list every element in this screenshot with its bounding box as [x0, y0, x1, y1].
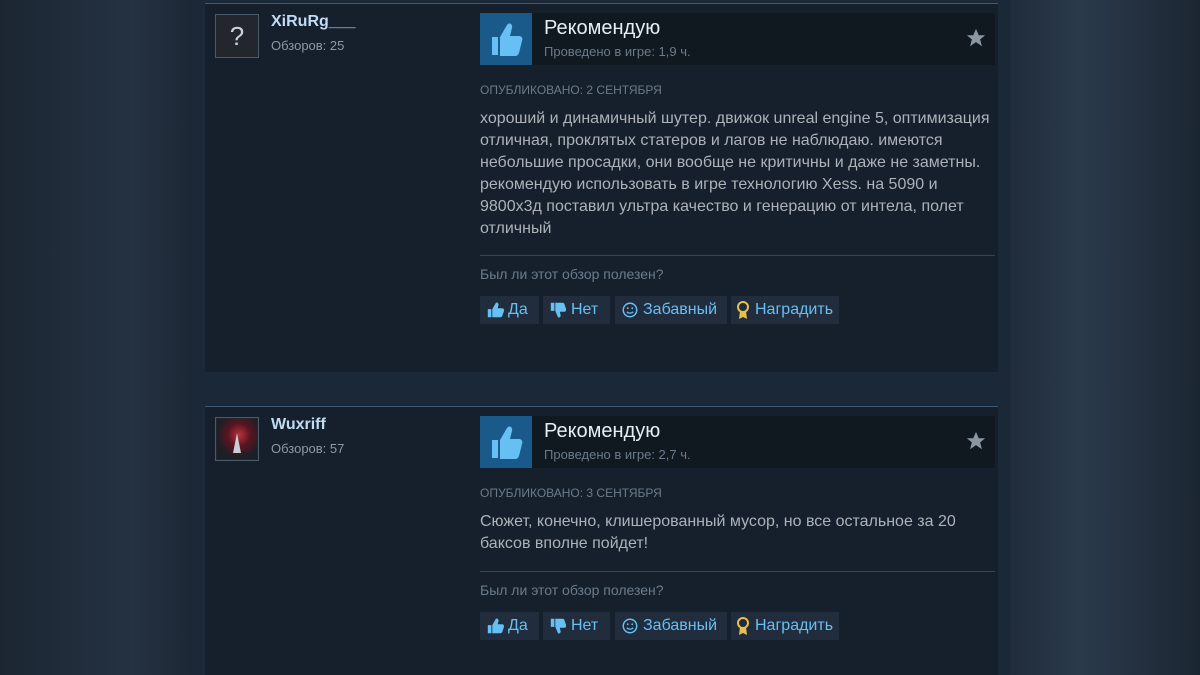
question-mark-icon: ?: [229, 20, 245, 51]
thumbs-down-icon: [550, 618, 567, 634]
reviews-count[interactable]: Обзоров: 57: [271, 441, 344, 456]
background-right: [1000, 0, 1200, 675]
posted-date: ОПУБЛИКОВАНО: 2 СЕНТЯБРЯ: [480, 83, 662, 97]
award-button[interactable]: Наградить: [731, 296, 839, 324]
thumbs-up-icon: [487, 302, 504, 318]
thumbs-down-icon: [550, 302, 567, 318]
vote-funny-label: Забавный: [643, 617, 718, 634]
divider: [480, 571, 995, 572]
vote-no-label: Нет: [571, 301, 599, 318]
vote-yes-button[interactable]: Да: [480, 296, 539, 324]
thumbs-up-icon: [480, 13, 532, 65]
vote-funny-button[interactable]: Забавный: [615, 296, 727, 324]
vote-funny-label: Забавный: [643, 301, 718, 318]
smiley-icon: [622, 618, 638, 634]
smiley-icon: [622, 302, 638, 318]
username[interactable]: Wuxriff: [271, 416, 326, 434]
divider: [480, 255, 995, 256]
character-avatar-image: [217, 419, 257, 459]
posted-date: ОПУБЛИКОВАНО: 3 СЕНТЯБРЯ: [480, 486, 662, 500]
award-icon: [737, 301, 749, 319]
star-icon[interactable]: [965, 27, 987, 49]
card-divider: [205, 406, 998, 407]
vote-no-label: Нет: [571, 617, 599, 634]
vote-yes-label: Да: [508, 617, 528, 634]
vote-yes-label: Да: [508, 301, 528, 318]
vote-funny-button[interactable]: Забавный: [615, 612, 727, 640]
star-icon[interactable]: [965, 430, 987, 452]
review-card: Wuxriff Обзоров: 57 Рекомендую Проведено…: [205, 406, 998, 675]
thumbs-up-icon: [480, 416, 532, 468]
review-text: хороший и динамичный шутер. движок unrea…: [480, 110, 990, 237]
vote-no-button[interactable]: Нет: [543, 612, 610, 640]
vote-yes-button[interactable]: Да: [480, 612, 539, 640]
review-verdict: Рекомендую: [544, 420, 661, 442]
award-icon: [737, 617, 749, 635]
award-label: Наградить: [755, 617, 834, 634]
review-header[interactable]: Рекомендую Проведено в игре: 2,7 ч.: [480, 416, 995, 468]
review-card: ? XiRuRg___ Обзоров: 25 Рекомендую Прове…: [205, 3, 998, 372]
background-left: [0, 0, 190, 675]
award-button[interactable]: Наградить: [731, 612, 839, 640]
vote-no-button[interactable]: Нет: [543, 296, 610, 324]
review-text: Сюжет, конечно, клишерованный мусор, но …: [480, 513, 956, 552]
reviews-count[interactable]: Обзоров: 25: [271, 38, 344, 53]
review-header[interactable]: Рекомендую Проведено в игре: 1,9 ч.: [480, 13, 995, 65]
card-divider: [205, 3, 998, 4]
playtime: Проведено в игре: 2,7 ч.: [544, 447, 691, 462]
avatar[interactable]: ?: [215, 14, 259, 58]
username[interactable]: XiRuRg___: [271, 13, 355, 31]
review-verdict: Рекомендую: [544, 17, 661, 39]
thumbs-up-icon: [487, 618, 504, 634]
helpful-question: Был ли этот обзор полезен?: [480, 266, 664, 282]
helpful-question: Был ли этот обзор полезен?: [480, 582, 664, 598]
playtime: Проведено в игре: 1,9 ч.: [544, 44, 691, 59]
avatar[interactable]: [215, 417, 259, 461]
award-label: Наградить: [755, 301, 834, 318]
